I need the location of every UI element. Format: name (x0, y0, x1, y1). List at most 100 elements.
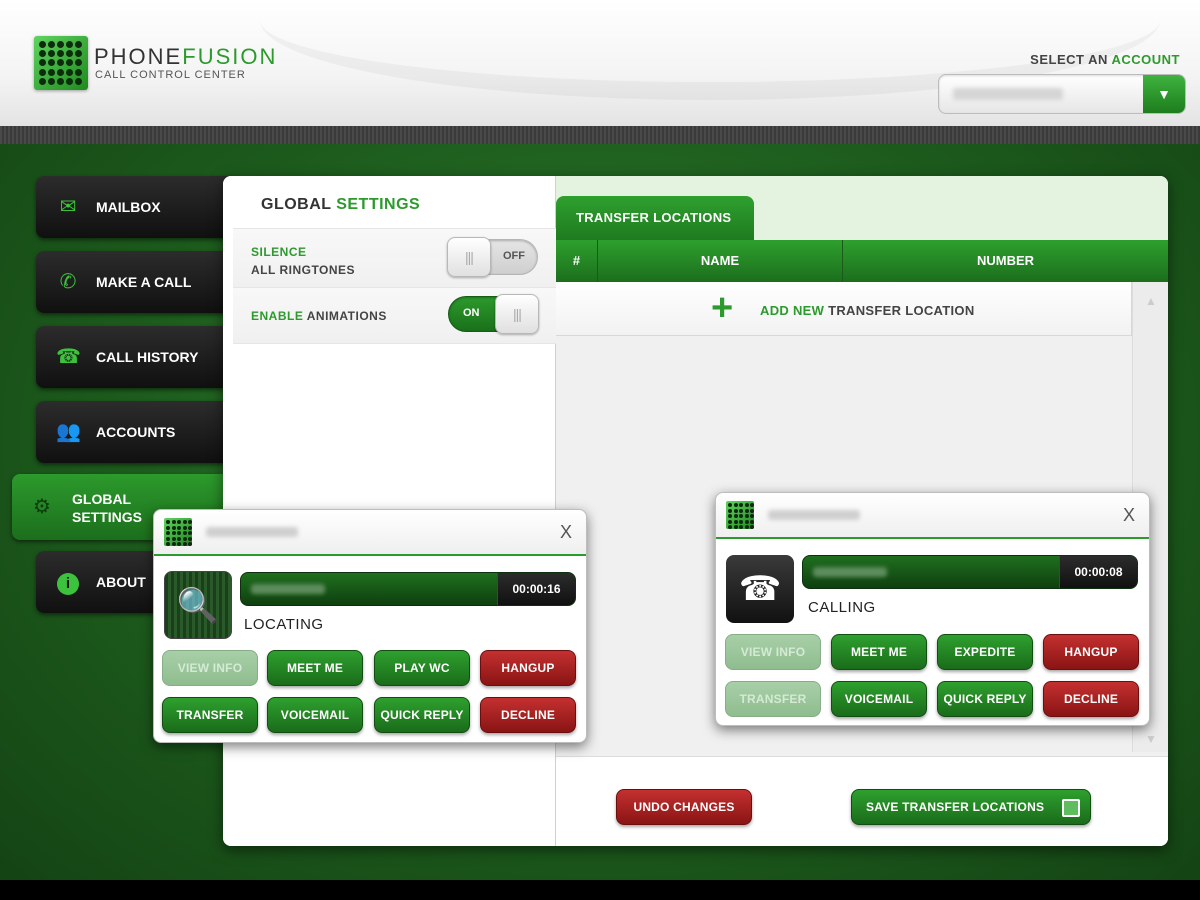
sidebar-label-line2: SETTINGS (72, 509, 143, 525)
toggle-knob[interactable]: ||| (495, 294, 539, 334)
telephone-icon: ☎ (726, 555, 794, 623)
caller-name-redacted (206, 527, 298, 537)
sidebar-item-accounts[interactable]: 👥 ACCOUNTS (36, 401, 236, 463)
select-label-part1: SELECT AN (1030, 52, 1112, 67)
gear-icon: ⚙ (33, 496, 51, 518)
column-header-phone-number[interactable]: NUMBER (843, 240, 1168, 282)
select-label-part2: ACCOUNT (1111, 52, 1180, 67)
expedite-button[interactable]: EXPEDITE (937, 634, 1033, 670)
save-button-label: SAVE TRANSFER LOCATIONS (866, 800, 1045, 814)
phonefusion-logo-icon (164, 518, 192, 546)
sidebar-label-line1: GLOBAL (72, 491, 132, 507)
hangup-button[interactable]: HANGUP (1043, 634, 1139, 670)
brand-subtitle: CALL CONTROL CENTER (95, 69, 246, 81)
sidebar-item-call-history[interactable]: ☎ CALL HISTORY (36, 326, 236, 388)
action-bar: UNDO CHANGES SAVE TRANSFER LOCATIONS (556, 756, 1168, 846)
settings-title-part1: GLOBAL (261, 196, 337, 213)
setting-silence-ringtones: SILENCE ALL RINGTONES ||| OFF (233, 228, 556, 288)
add-label-part2: TRANSFER LOCATION (824, 303, 975, 318)
header-divider (0, 126, 1200, 144)
column-header-name[interactable]: NAME (598, 240, 843, 282)
brand-name-part1: PHONE (94, 44, 183, 69)
call-timer: 00:00:08 (1059, 556, 1137, 588)
scroll-down-icon[interactable]: ▼ (1145, 732, 1157, 746)
call-info-bar: 00:00:16 (240, 572, 576, 606)
sidebar-item-mailbox[interactable]: ✉ MAILBOX (36, 176, 236, 238)
table-header: # NAME NUMBER (556, 240, 1168, 282)
brand-name: PHONEFUSION (94, 44, 277, 70)
decline-button[interactable]: DECLINE (1043, 681, 1139, 717)
caller-name-redacted (768, 510, 860, 520)
info-icon: i (56, 571, 80, 595)
call-timer: 00:00:16 (497, 573, 575, 605)
quick-reply-button[interactable]: QUICK REPLY (937, 681, 1033, 717)
setting-label: ENABLE ANIMATIONS (251, 307, 387, 325)
phonefusion-logo-icon (34, 36, 88, 90)
chevron-down-icon[interactable]: ▼ (1143, 75, 1185, 113)
meet-me-button[interactable]: MEET ME (831, 634, 927, 670)
scroll-up-icon[interactable]: ▲ (1145, 294, 1157, 308)
save-icon (1062, 799, 1080, 817)
add-transfer-location-button[interactable]: + ADD NEW TRANSFER LOCATION (556, 282, 1132, 336)
select-account-label: SELECT AN ACCOUNT (1030, 52, 1180, 67)
transfer-button[interactable]: TRANSFER (162, 697, 258, 733)
add-label-part1: ADD NEW (760, 303, 825, 318)
phonefusion-logo-icon (726, 501, 754, 529)
setting-label-part2: ALL RINGTONES (251, 263, 356, 277)
mail-icon: ✉ (59, 196, 77, 218)
column-header-number[interactable]: # (556, 240, 598, 282)
call-info-bar: 00:00:08 (802, 555, 1138, 589)
plus-icon: + (711, 287, 734, 329)
play-wc-button[interactable]: PLAY WC (374, 650, 470, 686)
sidebar-item-label: ACCOUNTS (96, 424, 176, 440)
caller-number-redacted (813, 567, 887, 577)
footer-bar (0, 880, 1200, 900)
quick-reply-button[interactable]: QUICK REPLY (374, 697, 470, 733)
close-icon[interactable]: X (560, 522, 572, 543)
account-select[interactable]: ▼ (938, 74, 1186, 114)
phone-icon: ✆ (59, 271, 77, 293)
sidebar-item-label: ABOUT (96, 574, 146, 590)
transfer-button[interactable]: TRANSFER (725, 681, 821, 717)
app-header: PHONEFUSION CALL CONTROL CENTER SELECT A… (0, 0, 1200, 126)
users-icon: 👥 (56, 421, 81, 443)
sidebar-item-label: CALL HISTORY (96, 349, 199, 365)
decline-button[interactable]: DECLINE (480, 697, 576, 733)
toggle-state: ON (463, 307, 480, 319)
undo-changes-button[interactable]: UNDO CHANGES (616, 789, 752, 825)
sidebar-item-label: MAKE A CALL (96, 274, 192, 290)
toggle-knob[interactable]: ||| (447, 237, 491, 277)
telephone-icon: ☎ (56, 346, 81, 368)
meet-me-button[interactable]: MEET ME (267, 650, 363, 686)
tab-transfer-locations[interactable]: TRANSFER LOCATIONS (556, 196, 754, 240)
voicemail-button[interactable]: VOICEMAIL (831, 681, 927, 717)
caller-number-redacted (251, 584, 325, 594)
setting-label-part1: SILENCE (251, 245, 307, 259)
sidebar-item-make-a-call[interactable]: ✆ MAKE A CALL (36, 251, 236, 313)
save-transfer-locations-button[interactable]: SAVE TRANSFER LOCATIONS (851, 789, 1091, 825)
call-status: LOCATING (244, 616, 324, 633)
enable-animations-toggle[interactable]: ON ||| (448, 294, 539, 334)
hangup-button[interactable]: HANGUP (480, 650, 576, 686)
view-info-button[interactable]: VIEW INFO (162, 650, 258, 686)
toggle-state: OFF (503, 250, 525, 262)
account-select-value (953, 88, 1063, 100)
setting-label-part1: ENABLE (251, 309, 304, 323)
setting-label: SILENCE ALL RINGTONES (251, 243, 355, 279)
setting-enable-animations: ENABLE ANIMATIONS ON ||| (233, 288, 556, 344)
call-popup-header: X (716, 493, 1149, 539)
call-popup-calling: X ☎ 00:00:08 CALLING VIEW INFO MEET ME E… (715, 492, 1150, 726)
brand-name-part2: FUSION (182, 44, 278, 69)
add-transfer-location-label: ADD NEW TRANSFER LOCATION (760, 303, 975, 318)
voicemail-button[interactable]: VOICEMAIL (267, 697, 363, 733)
call-status: CALLING (808, 599, 876, 616)
close-icon[interactable]: X (1123, 505, 1135, 526)
global-settings-title: GLOBAL SETTINGS (261, 196, 420, 214)
sidebar-item-label: MAILBOX (96, 199, 161, 215)
call-popup-locating: X 🔍 00:00:16 LOCATING VIEW INFO MEET ME … (153, 509, 587, 743)
silence-ringtones-toggle[interactable]: ||| OFF (447, 237, 538, 277)
setting-label-part2: ANIMATIONS (303, 309, 387, 323)
call-popup-header: X (154, 510, 586, 556)
view-info-button[interactable]: VIEW INFO (725, 634, 821, 670)
search-icon: 🔍 (164, 571, 232, 639)
